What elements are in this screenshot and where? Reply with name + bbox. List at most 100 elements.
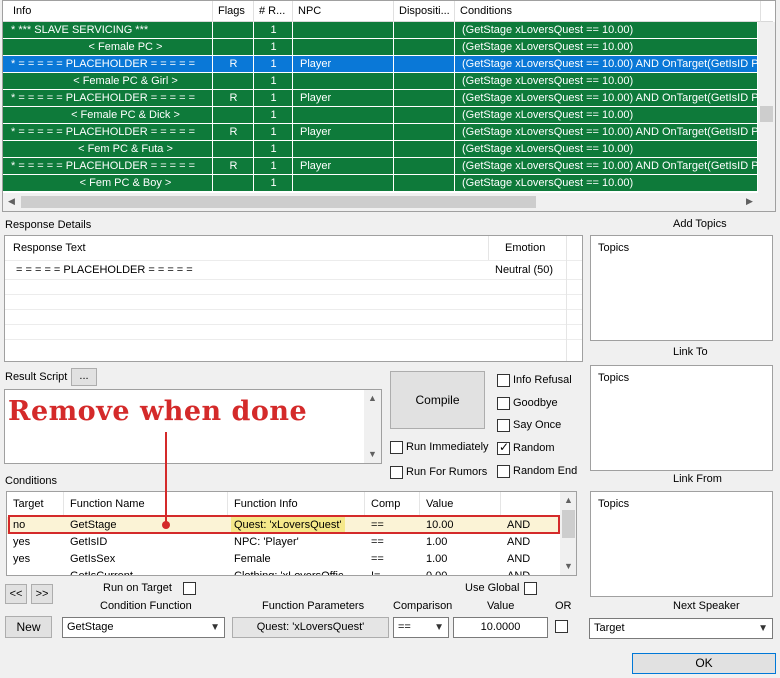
response-row-text[interactable]: = = = = = PLACEHOLDER = = = = = <box>16 264 193 276</box>
col-function-info[interactable]: Function Info <box>228 492 365 516</box>
response-row-emotion[interactable]: Neutral (50) <box>495 264 553 276</box>
col-value[interactable]: Value <box>420 492 501 516</box>
info-row[interactable]: * = = = = = PLACEHOLDER = = = = = R 1 Playe… <box>3 124 758 141</box>
info-cell-disp <box>395 124 455 140</box>
random-end-label: Random End <box>513 465 578 477</box>
compile-button[interactable]: Compile <box>390 371 485 429</box>
condition-row[interactable]: yes GetIsSex Female == 1.00 AND <box>7 551 563 568</box>
response-details-label: Response Details <box>5 219 92 231</box>
col-disposition[interactable]: Dispositi... <box>395 1 455 22</box>
run-for-rumors-checkbox[interactable] <box>390 466 403 479</box>
link-from-label: Link From <box>673 473 722 485</box>
function-parameters-label: Function Parameters <box>262 600 365 612</box>
value-input-text: 10.0000 <box>480 621 521 633</box>
scroll-down-icon[interactable]: ▼ <box>560 558 576 575</box>
info-cell-disp <box>395 175 455 191</box>
info-row[interactable]: * = = = = = PLACEHOLDER = = = = = R 1 Playe… <box>3 90 758 107</box>
link-to-header[interactable]: Topics <box>598 372 629 384</box>
col-response-text[interactable]: Response Text <box>13 242 86 254</box>
prev-condition-button[interactable]: << <box>5 584 27 604</box>
scroll-up-icon[interactable]: ▲ <box>560 492 576 509</box>
info-row[interactable]: < Fem PC & Boy > 1 (GetStage xLoversQuest … <box>3 175 758 192</box>
add-topics-label: Add Topics <box>673 218 727 230</box>
use-global-checkbox[interactable] <box>524 582 537 595</box>
condition-cell-target <box>7 568 64 575</box>
col-responses[interactable]: # R... <box>255 1 293 22</box>
random-end-checkbox[interactable] <box>497 465 510 478</box>
info-row[interactable]: < Female PC > 1 (GetStage xLoversQuest == … <box>3 39 758 56</box>
conditions-scrollbar[interactable]: ▲ ▼ <box>560 492 576 575</box>
col-comp[interactable]: Comp <box>365 492 420 516</box>
scroll-right-icon[interactable]: ▶ <box>741 193 758 210</box>
ok-button[interactable]: OK <box>632 653 776 674</box>
info-row[interactable]: < Female PC & Dick > 1 (GetStage xLoversQu… <box>3 107 758 124</box>
info-cell-info: < Fem PC & Boy > <box>5 175 213 191</box>
info-refusal-label: Info Refusal <box>513 374 572 386</box>
info-row[interactable]: < Fem PC & Futa > 1 (GetStage xLoversQuest… <box>3 141 758 158</box>
add-topics-list[interactable]: Topics <box>590 235 773 341</box>
info-cell-r: 1 <box>255 107 293 123</box>
condition-function-select[interactable]: GetStage ▼ <box>62 617 225 638</box>
run-immediately-checkbox[interactable] <box>390 441 403 454</box>
random-checkbox[interactable] <box>497 440 510 455</box>
col-conditions[interactable]: Conditions <box>456 1 761 22</box>
annotation-arrow-line <box>165 432 167 524</box>
info-cell-conditions: (GetStage xLoversQuest == 10.00) <box>456 175 758 191</box>
value-input[interactable]: 10.0000 <box>453 617 548 638</box>
conditions-label: Conditions <box>5 475 57 487</box>
scroll-left-icon[interactable]: ◀ <box>3 193 20 210</box>
info-cell-conditions: (GetStage xLoversQuest == 10.00) AND OnT… <box>456 158 758 174</box>
info-cell-flags <box>214 107 254 123</box>
run-on-target-label: Run on Target <box>103 582 172 594</box>
info-cell-flags <box>214 22 254 38</box>
col-emotion[interactable]: Emotion <box>505 242 545 254</box>
response-table[interactable]: Response Text Emotion = = = = = PLACEHOL… <box>4 235 583 362</box>
or-checkbox[interactable] <box>555 620 568 633</box>
info-cell-npc: Player <box>294 158 394 174</box>
link-from-list[interactable]: Topics <box>590 491 773 597</box>
col-operator[interactable] <box>501 492 563 516</box>
info-hscroll-thumb[interactable] <box>21 196 536 208</box>
info-cell-npc <box>294 73 394 89</box>
function-parameters-field[interactable]: Quest: 'xLoversQuest' <box>232 617 389 638</box>
col-target[interactable]: Target <box>7 492 64 516</box>
info-cell-disp <box>395 141 455 157</box>
conditions-scroll-thumb[interactable] <box>562 510 575 538</box>
scroll-down-icon[interactable]: ▼ <box>364 446 381 463</box>
condition-row[interactable]: yes GetIsID NPC: 'Player' == 1.00 AND <box>7 534 563 551</box>
link-to-list[interactable]: Topics <box>590 365 773 471</box>
next-condition-button[interactable]: >> <box>31 584 53 604</box>
link-from-header[interactable]: Topics <box>598 498 629 510</box>
info-row[interactable]: * *** SLAVE SERVICING *** 1 (GetStage xLov… <box>3 22 758 39</box>
info-cell-info: < Fem PC & Futa > <box>5 141 213 157</box>
condition-function-value: GetStage <box>67 621 114 633</box>
info-horizontal-scrollbar[interactable]: ◀ ▶ <box>3 193 775 211</box>
info-row[interactable]: * = = = = = PLACEHOLDER = = = = = R 1 Playe… <box>3 56 758 73</box>
say-once-checkbox[interactable] <box>497 419 510 432</box>
condition-row[interactable]: GetIsCurrent... Clothing: 'xLoversOffic..… <box>7 568 563 576</box>
info-table[interactable]: Info Flags # R... NPC Dispositi... Condi… <box>2 0 776 212</box>
info-cell-info: * = = = = = PLACEHOLDER = = = = = <box>5 158 213 174</box>
info-vscroll-thumb[interactable] <box>760 106 773 122</box>
info-row[interactable]: < Female PC & Girl > 1 (GetStage xLoversQu… <box>3 73 758 90</box>
col-info[interactable]: Info <box>9 1 213 22</box>
comparison-select[interactable]: == ▼ <box>393 617 449 638</box>
add-topics-header[interactable]: Topics <box>598 242 629 254</box>
col-flags[interactable]: Flags <box>214 1 254 22</box>
result-script-expand-button[interactable]: ... <box>71 368 97 386</box>
annotation-arrow-dot <box>162 521 170 529</box>
col-function-name[interactable]: Function Name <box>64 492 228 516</box>
info-cell-npc <box>294 39 394 55</box>
new-condition-button[interactable]: New <box>5 616 52 638</box>
condition-cell-info: Clothing: 'xLoversOffic... <box>234 570 353 576</box>
info-vertical-scrollbar[interactable] <box>758 22 775 193</box>
col-npc[interactable]: NPC <box>294 1 394 22</box>
next-speaker-select[interactable]: Target ▼ <box>589 618 773 639</box>
scroll-up-icon[interactable]: ▲ <box>364 390 381 407</box>
conditions-header: Target Function Name Function Info Comp … <box>7 492 563 516</box>
run-on-target-checkbox[interactable] <box>183 582 196 595</box>
info-row[interactable]: * = = = = = PLACEHOLDER = = = = = R 1 Playe… <box>3 158 758 175</box>
goodbye-checkbox[interactable] <box>497 397 510 410</box>
info-refusal-checkbox[interactable] <box>497 374 510 387</box>
result-script-scrollbar[interactable]: ▲ ▼ <box>364 390 381 463</box>
